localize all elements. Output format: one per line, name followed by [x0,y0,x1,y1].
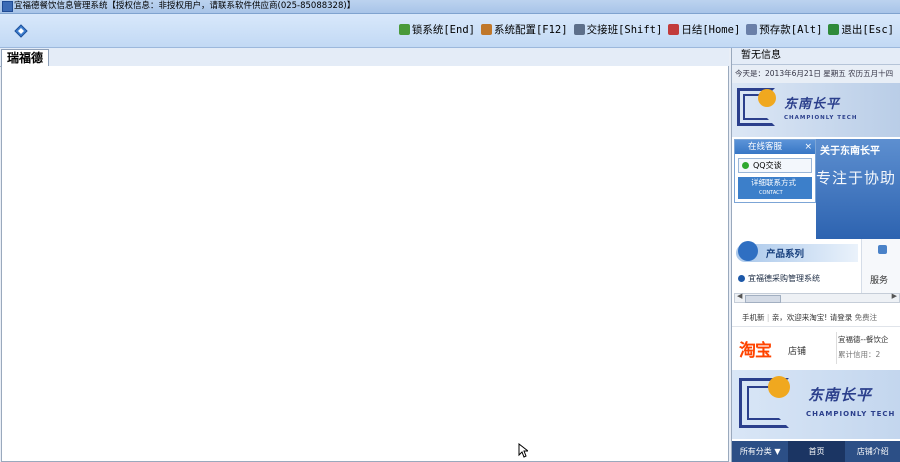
login-link[interactable]: 请登录 [830,313,853,322]
shop-banner-subtitle: CHAMPIONLY TECH [806,410,896,418]
lock-icon [398,24,410,35]
home-diamond-icon[interactable] [14,24,28,38]
scroll-thumb[interactable] [745,295,781,303]
contact-details-button[interactable]: 详细联系方式 CONTACT [738,177,812,199]
banner-subtitle: CHAMPIONLY TECH [784,115,858,121]
shop-nav: 所有分类 ▼ 首页 店铺介绍 [732,441,900,462]
service-badge-icon [878,245,887,254]
product-series-panel: 产品系列 宜福德采购管理系统 [732,239,859,293]
scroll-right-arrow-icon[interactable]: ▶ [892,292,897,300]
company-banner[interactable]: 东南长平 CHAMPIONLY TECH [732,83,900,137]
deposit-icon [746,24,758,35]
shop-name[interactable]: 宜福德--餐饮企 [838,334,888,345]
contact-details-label: 详细联系方式 [751,178,796,187]
nav-all-categories[interactable]: 所有分类 ▼ [732,441,788,462]
shift-handover-button[interactable]: 交接班[Shift] [573,22,662,37]
mouse-cursor-icon [518,443,528,458]
service-label[interactable]: 服务 [870,273,888,286]
shop-banner-title: 东南长平 [808,386,873,404]
shop-divider [836,332,837,364]
logo-sun-icon [758,89,776,107]
shop-credit: 累计信用：2 [838,350,881,359]
taobao-logo[interactable]: 淘宝 [739,336,772,361]
settings-grid-icon [480,24,492,35]
shift-handover-icon [573,24,585,35]
system-config-button[interactable]: 系统配置[F12] [480,22,568,37]
online-service-title: 在线客服 × [735,140,815,154]
calendar-icon [668,24,680,35]
tab-ruifude[interactable]: 瑞福德 [1,49,49,67]
deposit-button[interactable]: 预存款[Alt] [746,22,822,37]
horizontal-scrollbar[interactable]: ◀ ▶ [734,292,900,303]
mobile-link[interactable]: 手机新 [732,313,765,322]
product-series-title: 产品系列 [766,249,805,260]
main-toolbar: 锁系统[End] 系统配置[F12] 交接班[Shift] 日结[Home] 预… [0,14,900,48]
nav-home[interactable]: 首页 [788,441,845,462]
nav-shop-intro[interactable]: 店铺介绍 [845,441,900,462]
app-icon [2,1,13,12]
close-icon[interactable]: × [804,140,812,154]
taobao-logo-sub: 店铺 [788,347,807,357]
taobao-top-strip: 手机新 | 亲，欢迎来淘宝! 请登录 免费注 [732,310,900,327]
qq-chat-button[interactable]: QQ交谈 [738,158,812,173]
about-company-panel[interactable]: 关于东南长平 专注于协助 [816,139,900,239]
register-link[interactable]: 免费注 [855,313,878,322]
product-item-link[interactable]: 宜福德采购管理系统 [738,273,820,284]
taobao-shop-box: 淘宝 店铺 宜福德--餐饮企 累计信用：2 [732,328,900,368]
info-side-panel: 暂无信息 今天是：2013年6月21日 星期五 农历五月十四 东南长平 CHAM… [731,48,900,462]
window-title: 宜福德餐饮信息管理系统【授权信息：非授权用户，请联系软件供应商(025-8508… [14,1,356,11]
shop-banner[interactable]: 东南长平 CHAMPIONLY TECH [732,370,900,439]
contact-details-en: CONTACT [759,190,783,196]
online-service-label: 在线客服 [748,142,783,152]
exit-button[interactable]: 退出[Esc] [828,22,894,37]
shop-logo-sun-icon [768,376,790,398]
daily-close-button[interactable]: 日结[Home] [668,22,740,37]
window-title-bar: 宜福德餐饮信息管理系统【授权信息：非授权用户，请联系软件供应商(025-8508… [0,0,900,14]
product-series-header: 产品系列 [736,241,858,262]
about-title: 关于东南长平 [820,146,880,157]
lock-system-button[interactable]: 锁系统[End] [398,22,475,37]
welcome-text: 亲，欢迎来淘宝! [771,313,828,322]
side-panel-header: 暂无信息 [732,48,900,65]
date-line: 今天是：2013年6月21日 星期五 农历五月十四 [732,65,900,83]
main-tab-strip: 瑞福德 [0,48,729,67]
online-service-box: 在线客服 × QQ交谈 详细联系方式 CONTACT [734,139,816,203]
service-column: 服务 [861,239,900,293]
banner-title: 东南长平 [784,97,841,112]
main-content-area[interactable] [1,66,729,462]
exit-icon [828,24,840,35]
scroll-left-arrow-icon[interactable]: ◀ [737,292,742,300]
about-slogan: 专注于协助 [816,169,897,187]
product-icon [738,241,758,261]
